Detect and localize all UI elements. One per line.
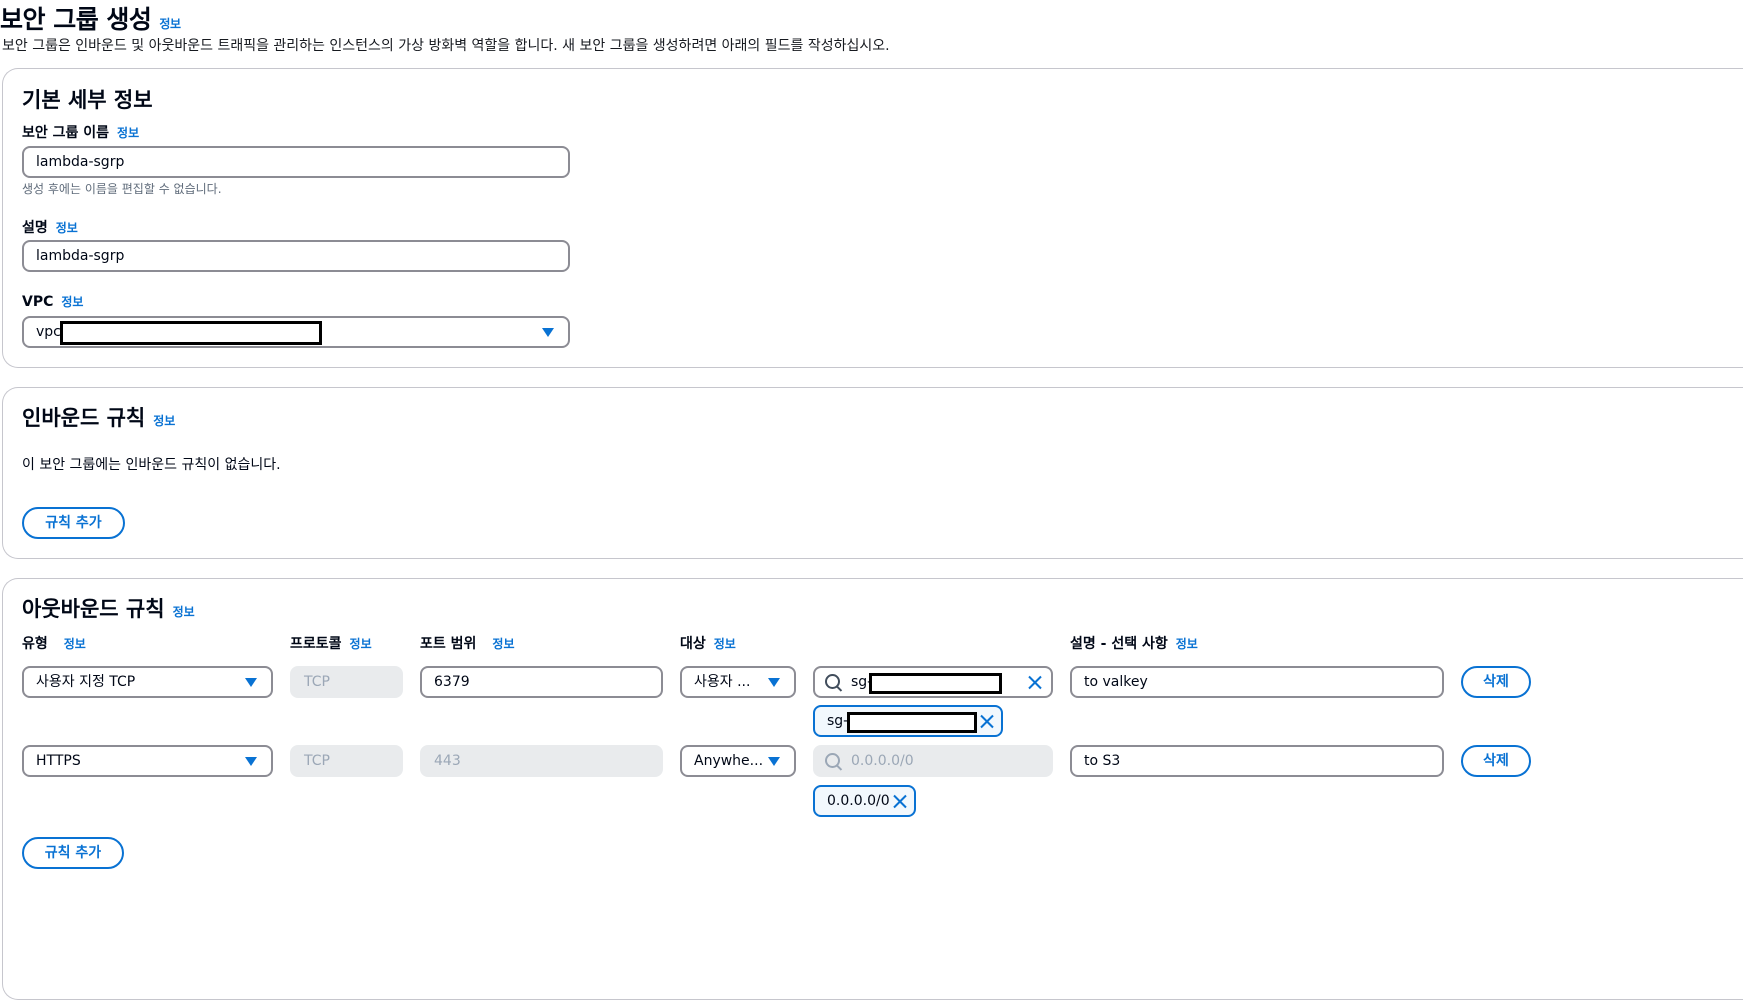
- column-header-type: 유형 정보: [22, 633, 86, 653]
- delete-rule-button[interactable]: 삭제: [1461, 666, 1531, 698]
- basic-details-heading: 기본 세부 정보: [22, 88, 153, 112]
- rule-port-input[interactable]: 6379: [420, 666, 663, 698]
- destination-search-input: 0.0.0.0/0: [813, 745, 1053, 777]
- page-title: 보안 그룹 생성 정보: [0, 0, 181, 36]
- column-type-text: 유형: [22, 636, 48, 652]
- rule-protocol-field: TCP: [290, 666, 403, 698]
- inbound-heading-text: 인바운드 규칙: [22, 406, 146, 430]
- name-label-text: 보안 그룹 이름: [22, 125, 110, 141]
- outbound-heading-text: 아웃바운드 규칙: [22, 597, 165, 621]
- description-label: 설명 정보: [22, 217, 78, 237]
- rule-type-select[interactable]: HTTPS: [22, 745, 273, 777]
- description-label-text: 설명: [22, 220, 48, 236]
- name-info-link[interactable]: 정보: [117, 126, 139, 140]
- column-header-destination: 대상 정보: [680, 633, 736, 653]
- chevron-down-icon: [245, 757, 257, 766]
- chevron-down-icon: [245, 678, 257, 687]
- inbound-empty-text: 이 보안 그룹에는 인바운드 규칙이 없습니다.: [22, 457, 281, 473]
- rule-description-input[interactable]: to valkey: [1070, 666, 1444, 698]
- vpc-label: VPC 정보: [22, 293, 83, 310]
- type-info-link[interactable]: 정보: [64, 637, 86, 651]
- clear-search-icon[interactable]: [1028, 675, 1042, 689]
- column-header-description: 설명 - 선택 사항 정보: [1070, 633, 1198, 653]
- column-desc-text: 설명 - 선택 사항: [1070, 636, 1168, 652]
- column-header-port: 포트 범위 정보: [420, 633, 515, 653]
- redacted-sg-id: [869, 673, 1002, 694]
- outbound-add-rule-button[interactable]: 규칙 추가: [22, 837, 124, 869]
- rule-type-value: HTTPS: [36, 753, 81, 769]
- search-icon: [825, 753, 840, 768]
- search-icon: [825, 674, 840, 689]
- rule-destination-value: 사용자 ...: [694, 674, 751, 690]
- remove-token-icon[interactable]: [980, 714, 994, 728]
- port-info-link[interactable]: 정보: [492, 637, 514, 651]
- basic-details-panel: 기본 세부 정보 보안 그룹 이름 정보 lambda-sgrp 생성 후에는 이…: [2, 68, 1743, 368]
- column-header-protocol: 프로토콜 정보: [290, 633, 372, 653]
- rule-destination-value: Anywhe...: [694, 753, 764, 769]
- rule-port-field: 443: [420, 745, 663, 777]
- rule-type-select[interactable]: 사용자 지정 TCP: [22, 666, 273, 698]
- destination-search-placeholder: 0.0.0.0/0: [851, 753, 914, 769]
- protocol-info-link[interactable]: 정보: [350, 637, 372, 651]
- page-info-link[interactable]: 정보: [159, 17, 181, 31]
- rule-protocol-field: TCP: [290, 745, 403, 777]
- security-group-name-input[interactable]: lambda-sgrp: [22, 146, 570, 178]
- description-input[interactable]: lambda-sgrp: [22, 240, 570, 272]
- rule-destination-select[interactable]: 사용자 ...: [680, 666, 796, 698]
- page-subtitle: 보안 그룹은 인바운드 및 아웃바운드 트래픽을 관리하는 인스턴스의 가상 방…: [2, 38, 890, 54]
- redacted-token-sg-id: [847, 712, 977, 733]
- outbound-info-link[interactable]: 정보: [173, 605, 195, 619]
- chevron-down-icon: [768, 678, 780, 687]
- rule-description-input[interactable]: to S3: [1070, 745, 1444, 777]
- inbound-heading: 인바운드 규칙 정보: [22, 402, 175, 432]
- description-info-link[interactable]: 정보: [56, 221, 78, 235]
- outbound-heading: 아웃바운드 규칙 정보: [22, 593, 195, 623]
- inbound-add-rule-button[interactable]: 규칙 추가: [22, 507, 125, 539]
- rule-destination-select[interactable]: Anywhe...: [680, 745, 796, 777]
- name-hint: 생성 후에는 이름을 편집할 수 없습니다.: [22, 182, 222, 196]
- desc-info-link[interactable]: 정보: [1176, 637, 1198, 651]
- vpc-label-text: VPC: [22, 294, 54, 310]
- vpc-info-link[interactable]: 정보: [61, 295, 83, 309]
- chevron-down-icon: [542, 328, 554, 337]
- remove-token-icon[interactable]: [893, 794, 907, 808]
- rule-type-value: 사용자 지정 TCP: [36, 674, 136, 690]
- chevron-down-icon: [768, 757, 780, 766]
- destination-token-label: sg-: [827, 713, 849, 729]
- inbound-rules-panel: 인바운드 규칙 정보 이 보안 그룹에는 인바운드 규칙이 없습니다. 규칙 추가: [2, 387, 1743, 559]
- delete-rule-button[interactable]: 삭제: [1461, 745, 1531, 777]
- redacted-vpc-id: [60, 321, 322, 345]
- dest-info-link[interactable]: 정보: [714, 637, 736, 651]
- column-port-text: 포트 범위: [420, 636, 477, 652]
- name-label: 보안 그룹 이름 정보: [22, 122, 139, 142]
- page-title-text: 보안 그룹 생성: [0, 5, 152, 34]
- column-dest-text: 대상: [680, 636, 706, 652]
- column-protocol-text: 프로토콜: [290, 636, 342, 652]
- destination-token-label: 0.0.0.0/0: [827, 793, 890, 809]
- inbound-info-link[interactable]: 정보: [153, 414, 175, 428]
